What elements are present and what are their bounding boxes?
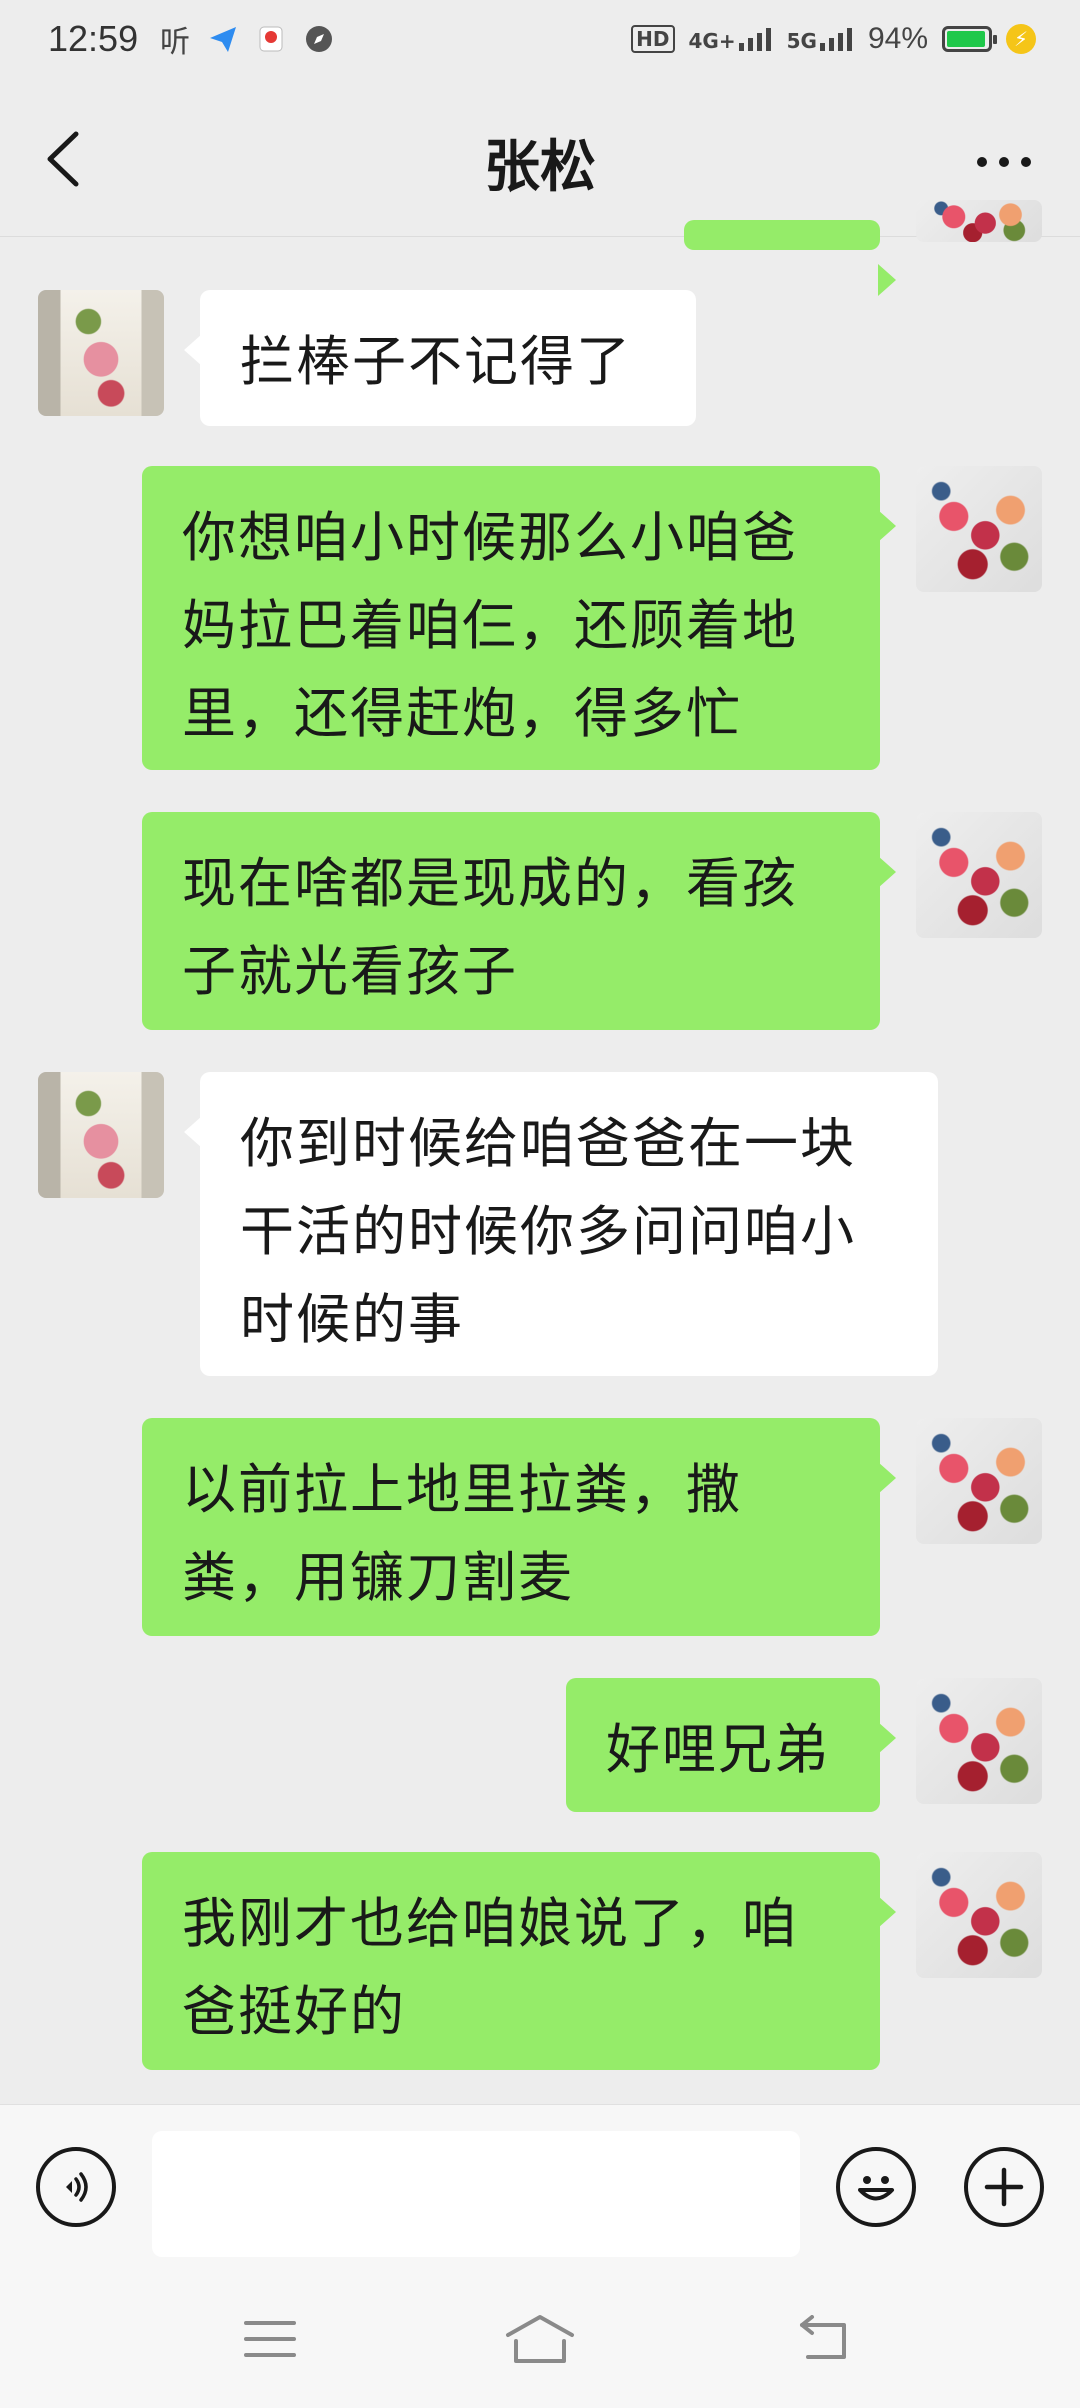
message-text: 我刚才也给咱娘说了，咱爸挺好的 <box>182 1892 798 2043</box>
menu-nav-button[interactable] <box>230 2306 310 2372</box>
my-avatar[interactable] <box>916 1678 1042 1804</box>
my-avatar[interactable] <box>916 200 1042 242</box>
chat-title: 张松 <box>484 135 596 200</box>
dot-icon <box>977 157 987 167</box>
status-bar: 12:59 听 HD 4G+ 5G 94% ⚡ <box>0 0 1080 84</box>
send-plane-icon <box>206 22 240 56</box>
signal-4g-icon: 4G+ <box>689 27 773 51</box>
contact-avatar[interactable] <box>38 1072 164 1198</box>
more-options-button[interactable] <box>964 132 1044 192</box>
message-bubble-outgoing[interactable]: 以前拉上地里拉粪，撒粪，用镰刀割麦 <box>142 1418 896 1636</box>
my-avatar[interactable] <box>916 812 1042 938</box>
dot-icon <box>999 157 1009 167</box>
network-type-2: 5G <box>786 29 817 53</box>
more-functions-button[interactable] <box>964 2147 1044 2227</box>
network-type-1: 4G+ <box>688 29 736 53</box>
status-right-group: HD 4G+ 5G 94% ⚡ <box>631 22 1036 56</box>
battery-fill <box>947 31 985 47</box>
home-nav-button[interactable] <box>500 2306 580 2372</box>
message-bubble-outgoing[interactable]: 你想咱小时候那么小咱爸妈拉巴着咱仨，还顾着地里，还得赶炮，得多忙 <box>142 466 896 770</box>
system-nav-bar <box>0 2266 1080 2408</box>
voice-icon <box>66 2172 88 2202</box>
charging-bolt-icon: ⚡ <box>1006 24 1036 54</box>
return-arrow-icon <box>800 2315 846 2359</box>
message-text: 现在啥都是现成的，看孩子就光看孩子 <box>182 852 798 1003</box>
emoji-button[interactable] <box>836 2147 916 2227</box>
contact-avatar[interactable] <box>38 290 164 416</box>
message-bubble-incoming[interactable]: 拦棒子不记得了 <box>184 290 696 426</box>
message-bubble-outgoing[interactable]: 我刚才也给咱娘说了，咱爸挺好的 <box>142 1852 896 2070</box>
voice-input-button[interactable] <box>36 2147 116 2227</box>
map-pin-icon <box>254 22 288 56</box>
message-bubble-outgoing[interactable]: 好哩兄弟 <box>566 1678 896 1812</box>
status-notification-icons: 听 <box>158 22 336 60</box>
input-bar <box>0 2104 1080 2267</box>
message-text: 你想咱小时候那么小咱爸妈拉巴着咱仨，还顾着地里，还得赶炮，得多忙 <box>182 506 798 745</box>
signal-5g-icon: 5G <box>787 27 854 51</box>
dot-icon <box>1021 157 1031 167</box>
status-time: 12:59 <box>48 18 139 59</box>
home-icon <box>506 2315 574 2363</box>
my-avatar[interactable] <box>916 466 1042 592</box>
compass-icon <box>302 22 336 56</box>
menu-lines-icon <box>244 2321 296 2357</box>
my-avatar[interactable] <box>916 1418 1042 1544</box>
hd-icon: HD <box>631 25 675 53</box>
plus-icon <box>984 2167 1024 2207</box>
battery-percent: 94% <box>867 22 928 55</box>
message-text: 拦棒子不记得了 <box>240 330 632 393</box>
my-avatar[interactable] <box>916 1852 1042 1978</box>
ting-app-icon: 听 <box>160 25 190 60</box>
message-bubble-outgoing[interactable]: 现在啥都是现成的，看孩子就光看孩子 <box>142 812 896 1030</box>
message-text: 好哩兄弟 <box>606 1718 830 1781</box>
message-bubble-outgoing[interactable] <box>684 220 896 296</box>
battery-icon <box>942 26 997 52</box>
message-text: 你到时候给咱爸爸在一块干活的时候你多问问咱小时候的事 <box>240 1112 856 1351</box>
message-input[interactable] <box>152 2131 800 2257</box>
message-text: 以前拉上地里拉粪，撒粪，用镰刀割麦 <box>182 1458 742 1609</box>
message-bubble-incoming[interactable]: 你到时候给咱爸爸在一块干活的时候你多问问咱小时候的事 <box>184 1072 938 1376</box>
emoji-face-icon <box>858 2176 894 2201</box>
back-nav-button[interactable] <box>784 2306 864 2372</box>
